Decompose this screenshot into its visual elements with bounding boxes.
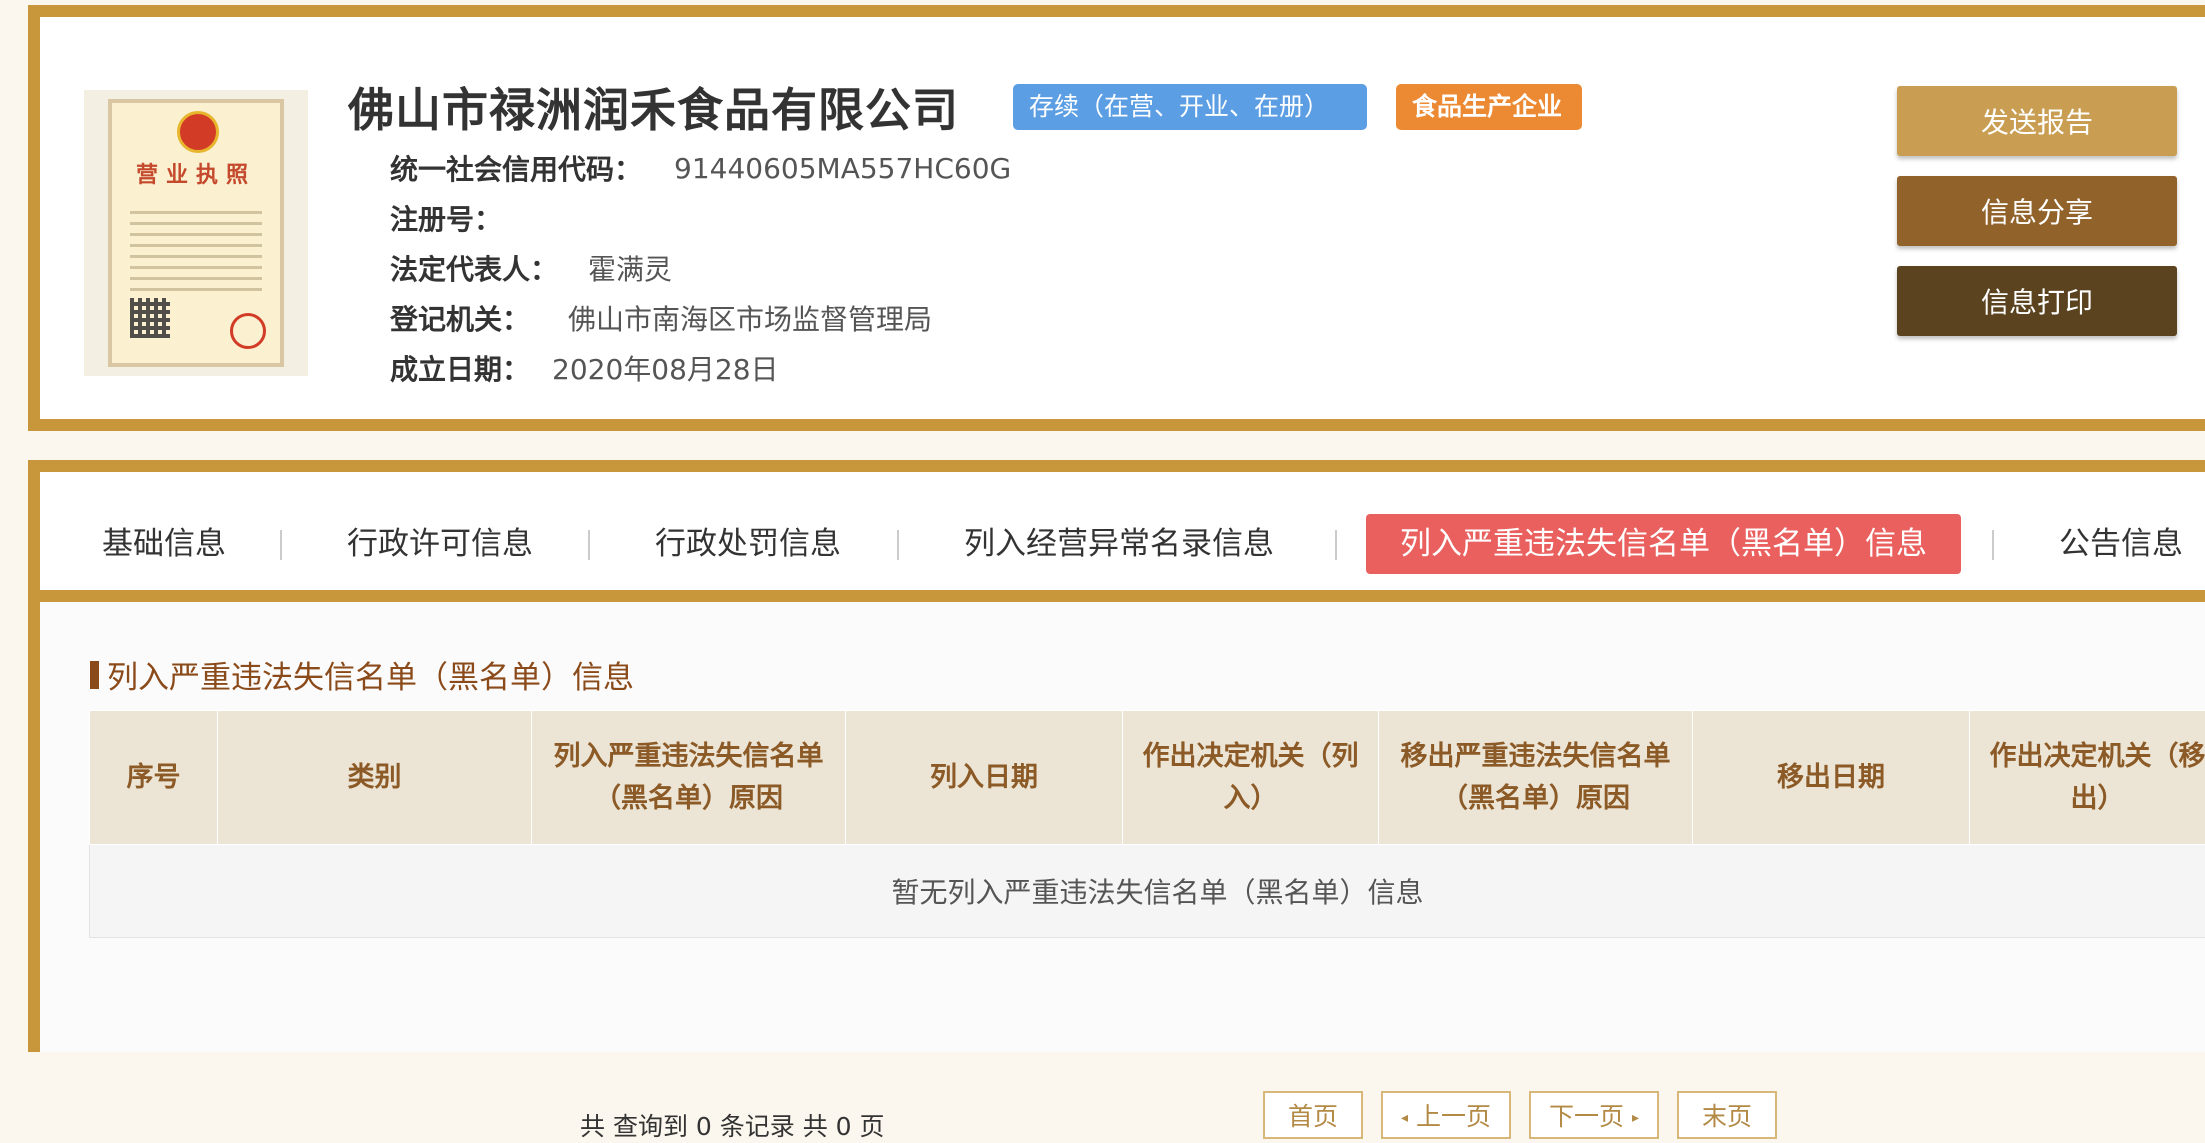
blacklist-table-wrap: 序号 类别 列入严重违法失信名单（黑名单）原因 列入日期 作出决定机关（列入） … (89, 710, 2205, 938)
legal-representative-row: 法定代表人： 霍满灵 (390, 248, 672, 288)
caret-left-icon: ◂ (1401, 1110, 1408, 1126)
pagination-summary: 共 查询到 0 条记录 共 0 页 (580, 1107, 885, 1143)
tab-abnormal-operation[interactable]: 列入经营异常名录信息 (964, 514, 1274, 574)
col-header-listing-reason: 列入严重违法失信名单（黑名单）原因 (532, 711, 846, 845)
tab-underline (40, 590, 2205, 602)
company-name: 佛山市禄洲润禾食品有限公司 (348, 74, 959, 140)
registration-authority-value: 佛山市南海区市场监督管理局 (568, 298, 932, 338)
qr-code-icon (130, 298, 170, 338)
next-page-button[interactable]: 下一页 ▸ (1529, 1091, 1659, 1139)
license-document: 营业执照 (108, 99, 284, 367)
tab-divider (280, 530, 282, 560)
table-row: 暂无列入严重违法失信名单（黑名单）信息 (90, 845, 2205, 938)
send-report-button[interactable]: 发送报告 (1897, 86, 2177, 156)
legal-representative-label: 法定代表人： (390, 248, 558, 288)
col-header-removal-authority: 作出决定机关（移出） (1970, 711, 2205, 845)
prev-page-button[interactable]: ◂ 上一页 (1381, 1091, 1511, 1139)
col-header-removal-date: 移出日期 (1693, 711, 1970, 845)
print-info-button[interactable]: 信息打印 (1897, 266, 2177, 336)
credit-code-row: 统一社会信用代码： 91440605MA557HC60G (390, 148, 1011, 188)
blacklist-table: 序号 类别 列入严重违法失信名单（黑名单）原因 列入日期 作出决定机关（列入） … (89, 710, 2205, 938)
col-header-category: 类别 (218, 711, 532, 845)
founded-date-value: 2020年08月28日 (552, 348, 779, 388)
license-title: 营业执照 (112, 157, 280, 189)
section-title: 列入严重违法失信名单（黑名单）信息 (90, 652, 634, 697)
company-type-badge: 食品生产企业 (1396, 84, 1582, 130)
next-page-label: 下一页 (1549, 1102, 1624, 1131)
title-marker-icon (90, 661, 99, 689)
col-header-listing-date: 列入日期 (846, 711, 1123, 845)
section-title-text: 列入严重违法失信名单（黑名单）信息 (107, 652, 634, 697)
tab-divider (1335, 530, 1337, 560)
tab-divider (1992, 530, 1994, 560)
registration-authority-label: 登记机关： (390, 298, 530, 338)
col-header-index: 序号 (90, 711, 218, 845)
last-page-button[interactable]: 末页 (1677, 1091, 1777, 1139)
company-header-card (28, 5, 2205, 431)
share-info-button[interactable]: 信息分享 (1897, 176, 2177, 246)
blacklist-section: 列入严重违法失信名单（黑名单）信息 序号 类别 列入严重违法失信名单（黑名单）原… (40, 602, 2205, 1052)
detail-panel: 基础信息 行政许可信息 行政处罚信息 列入经营异常名录信息 列入严重违法失信名单… (28, 460, 2205, 1052)
official-seal-icon (230, 313, 266, 349)
tab-admin-penalty[interactable]: 行政处罚信息 (655, 514, 841, 574)
credit-code-label: 统一社会信用代码： (390, 148, 642, 188)
prev-page-label: 上一页 (1416, 1102, 1491, 1131)
tab-bar: 基础信息 行政许可信息 行政处罚信息 列入经营异常名录信息 列入严重违法失信名单… (40, 472, 2205, 590)
empty-message: 暂无列入严重违法失信名单（黑名单）信息 (90, 845, 2205, 938)
registration-authority-row: 登记机关： 佛山市南海区市场监督管理局 (390, 298, 932, 338)
founded-date-row: 成立日期： 2020年08月28日 (390, 348, 779, 388)
table-header-row: 序号 类别 列入严重违法失信名单（黑名单）原因 列入日期 作出决定机关（列入） … (90, 711, 2205, 845)
tab-announcements[interactable]: 公告信息 (2059, 514, 2183, 574)
tab-divider (588, 530, 590, 560)
legal-representative-value: 霍满灵 (588, 248, 672, 288)
caret-right-icon: ▸ (1632, 1110, 1639, 1126)
tab-admin-license[interactable]: 行政许可信息 (347, 514, 533, 574)
registration-number-label: 注册号： (390, 198, 502, 238)
col-header-removal-reason: 移出严重违法失信名单（黑名单）原因 (1379, 711, 1693, 845)
national-emblem-icon (177, 111, 219, 153)
tab-basic-info[interactable]: 基础信息 (102, 514, 226, 574)
business-license-image[interactable]: 营业执照 (84, 90, 308, 376)
founded-date-label: 成立日期： (390, 348, 530, 388)
license-text-lines (130, 203, 262, 299)
tab-blacklist[interactable]: 列入严重违法失信名单（黑名单）信息 (1366, 514, 1961, 574)
tab-divider (897, 530, 899, 560)
registration-number-row: 注册号： (390, 198, 502, 238)
first-page-button[interactable]: 首页 (1263, 1091, 1363, 1139)
status-badge: 存续（在营、开业、在册） (1013, 84, 1367, 130)
col-header-listing-authority: 作出决定机关（列入） (1123, 711, 1379, 845)
credit-code-value: 91440605MA557HC60G (674, 152, 1011, 185)
